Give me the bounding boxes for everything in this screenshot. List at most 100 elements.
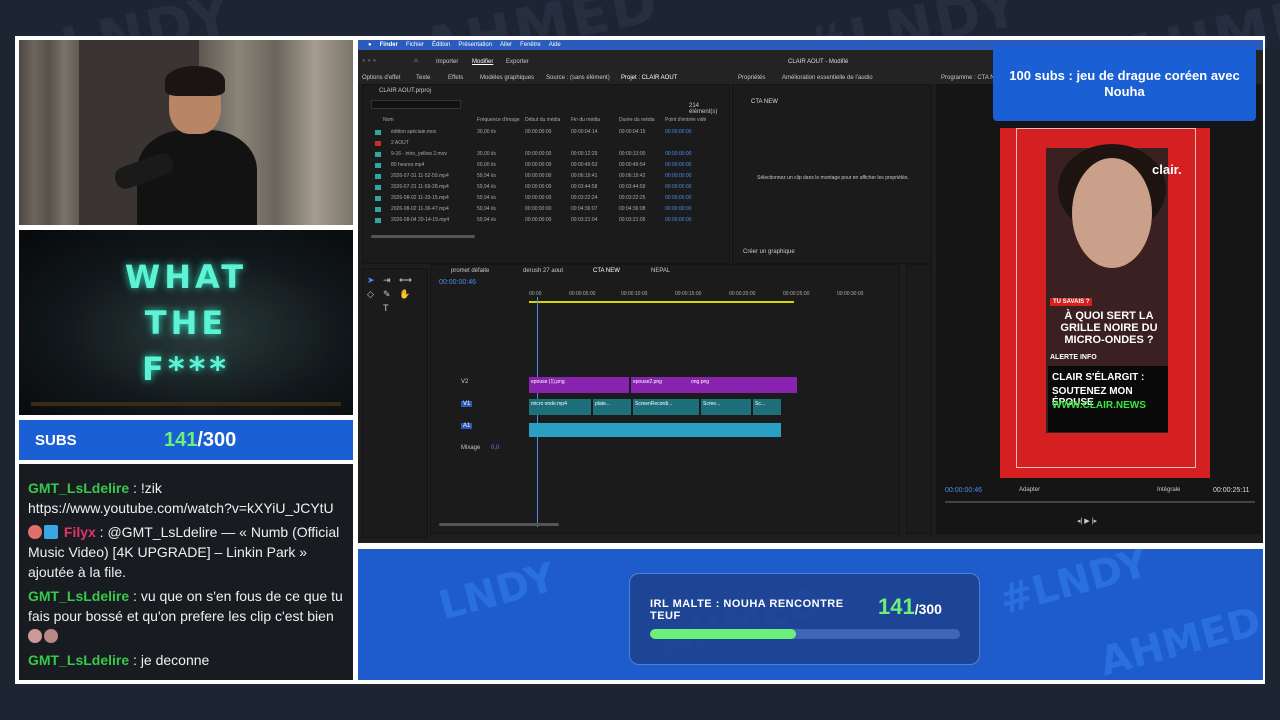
chat-username[interactable]: GMT_LsLdelire [28,480,129,496]
column-header[interactable]: Début du média [525,117,560,123]
alert-label: ALERTE INFO [1050,354,1097,361]
menu-item[interactable]: Fenêtre [520,42,541,48]
banner-word: LNDY [434,554,561,630]
project-file-row[interactable]: 80 heures.mp4 60,00 i/s 00:00:00:00 00:00:4… [363,160,729,171]
panel-tab[interactable]: Amélioration essentielle de l'audio [782,75,873,81]
home-icon[interactable]: ⌂ [414,58,418,64]
fit-select[interactable]: Adapter [1019,487,1040,493]
program-scrubber[interactable] [945,501,1255,503]
clip-v2[interactable]: epouse (1).png [529,377,629,393]
goal-count: 141/300 [878,594,942,620]
timeline-ruler[interactable]: 00:00 00:00:05:00 00:00:10:00 00:00:15:0… [529,291,889,301]
panel-tab[interactable]: Options d'effet [362,75,400,81]
tools-panel: ➤ ⇥ ⟷ ◇ ✎ ✋ T [362,268,428,538]
file-fps: 60,00 i/s [477,162,496,168]
panel-tab[interactable]: Modèles graphiques [480,75,534,81]
timecode[interactable]: 00:00:00:46 [439,279,476,286]
tab-import[interactable]: Importer [436,59,458,65]
column-header[interactable]: Fin du média [571,117,600,123]
ruler-tick: 00:00:15:00 [675,291,702,297]
track-label-v1[interactable]: V1 [461,401,473,407]
clip-v1[interactable]: plate... [593,399,631,415]
menu-item[interactable]: Aller [500,42,512,48]
step-back-icon[interactable]: ◂| [1077,518,1082,525]
tab-edit[interactable]: Modifier [472,59,493,65]
clip-v1[interactable]: ScreenRecordi... [633,399,699,415]
chat-username[interactable]: GMT_LsLdelire [28,652,129,668]
file-type-icon [375,196,381,201]
column-header[interactable]: Fréquence d'image [477,117,520,123]
sequence-tab[interactable]: CTA NEW [593,268,620,274]
clip-v1[interactable]: Sc... [753,399,781,415]
menu-item[interactable]: Aide [549,42,561,48]
panel-tab[interactable]: Propriétés [738,75,765,81]
column-header[interactable]: Point d'entrée vidé [665,117,706,123]
create-graphic-button[interactable]: Créer un graphique [743,249,795,255]
project-file-row[interactable]: 2 AOUT [363,138,729,149]
item-count: 214 élément(s) [689,103,718,115]
column-header[interactable]: Nom [383,117,394,123]
menu-item[interactable]: Édition [432,42,450,48]
project-file-row[interactable]: 2026-08-02 11-36-47.mp4 59,94 i/s 00:00:00… [363,204,729,215]
file-name: édition spéciale.mov [391,129,437,135]
audio-clip-a1[interactable] [529,423,781,437]
sequence-tab[interactable]: NEPAL [651,268,670,274]
column-header[interactable]: Durée du média [619,117,655,123]
project-file-row[interactable]: 2026-07-31 11-59-28.mp4 59,94 i/s 00:00:00… [363,182,729,193]
clip-v1[interactable]: Scree... [701,399,751,415]
file-end: 00:03:44:58 [571,184,598,190]
mix-value[interactable]: 0,0 [491,445,499,451]
video-progress-bar[interactable] [31,402,341,406]
video-text-line: F*** [141,350,231,388]
tab-export[interactable]: Exporter [506,59,529,65]
window-controls[interactable]: ● ● ● [362,58,376,64]
project-search-input[interactable] [371,100,461,109]
clip-v1[interactable]: micro onde.mp4 [529,399,591,415]
ruler-tick: 00:00:05:00 [569,291,596,297]
chat-username[interactable]: GMT_LsLdelire [28,588,129,604]
file-start: 00:00:00:00 [525,151,552,157]
pen-icon[interactable]: ✎ [383,289,391,300]
project-file-row[interactable]: 2026-07-31 11-52-59.mp4 59,94 i/s 00:00:00… [363,171,729,182]
hand-icon[interactable]: ✋ [399,289,410,300]
file-type-icon [375,163,381,168]
selection-tool-icon[interactable]: ➤ [367,275,375,286]
file-start: 00:00:00:00 [525,184,552,190]
project-file-row[interactable]: 2026-08-02 11-33-15.mp4 59,94 i/s 00:00:00… [363,193,729,204]
file-name: 2026-07-31 11-52-59.mp4 [391,173,449,179]
step-forward-icon[interactable]: |▸ [1092,518,1097,525]
track-label-a1[interactable]: A1 [461,423,473,429]
ripple-edit-icon[interactable]: ⟷ [399,275,412,286]
ruler-tick: 00:00:30:00 [837,291,864,297]
panel-tab[interactable]: Effets [448,75,463,81]
track-select-icon[interactable]: ⇥ [383,275,391,286]
chat-message: Filyx : @GMT_LsLdelire — « Numb (Officia… [28,524,340,580]
menu-item[interactable]: Fichier [406,42,424,48]
menu-item[interactable]: Finder [380,42,398,48]
track-label-v2[interactable]: V2 [461,379,468,385]
panel-tab[interactable]: Projet : CLAIR AOUT [621,75,677,81]
apple-icon[interactable]: ● [368,42,372,48]
project-file-row[interactable]: édition spéciale.mov 30,00 i/s 00:00:00:00… [363,127,729,138]
sequence-tab[interactable]: promet défaite [451,268,489,274]
play-icon[interactable]: ▶ [1084,518,1089,525]
chat-username[interactable]: Filyx [64,524,96,540]
file-name: 2026-08-02 11-33-15.mp4 [391,195,449,201]
panel-tab[interactable]: Texte [416,75,430,81]
quality-select[interactable]: Intégrale [1157,487,1180,493]
clip-v2[interactable]: epouse2.png [631,377,689,393]
clip-v2[interactable]: ong.png [689,377,797,393]
preview-video-frame: clair. TU SAVAIS ? À QUOI SERT LA GRILLE… [1046,144,1182,433]
type-tool-icon[interactable]: T [383,303,389,313]
project-file-row[interactable]: 9-16 - intro_yellow 2.mov 30,00 i/s 00:00:… [363,149,729,160]
zoom-slider[interactable] [371,235,475,238]
program-timecode[interactable]: 00:00:00:46 [945,487,982,494]
timeline-zoom-scroll[interactable] [439,523,559,526]
panel-tab[interactable]: Source : (sans élément) [546,75,610,81]
project-file-row[interactable]: 2026-08-04 20-14-15.mp4 59,94 i/s 00:00:00… [363,215,729,226]
razor-icon[interactable]: ◇ [367,289,374,300]
goal-current: 141 [878,594,915,619]
sequence-tab[interactable]: derush 27 aout [523,268,563,274]
work-area-bar[interactable] [529,301,794,303]
menu-item[interactable]: Présentation [458,42,492,48]
